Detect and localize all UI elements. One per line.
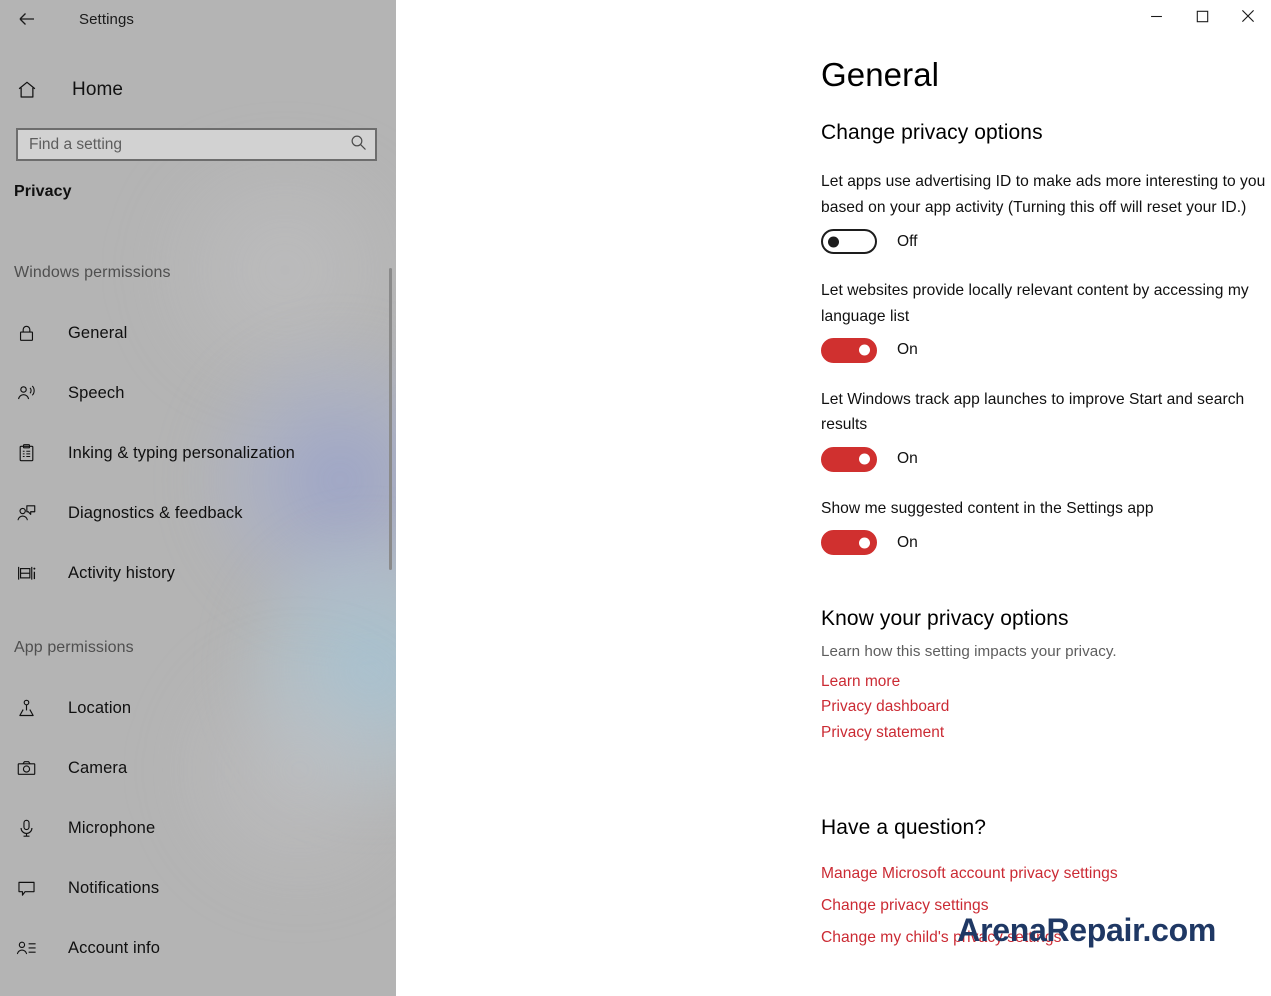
setting-advertising-id: Let apps use advertising ID to make ads …: [821, 169, 1271, 255]
sidebar-item-home-label: Home: [72, 79, 124, 100]
section-heading-know-privacy: Know your privacy options: [821, 607, 1069, 631]
toggle-state-label: Off: [897, 232, 918, 250]
setting-description: Let Windows track app launches to improv…: [821, 390, 1245, 434]
privacy-link-list: Learn more Privacy dashboard Privacy sta…: [821, 669, 1271, 745]
close-icon: [1241, 9, 1255, 23]
nav-group-header-windows-permissions: Windows permissions: [14, 264, 171, 281]
sidebar-item-speech-label: Speech: [68, 383, 125, 402]
sidebar-item-activity-history-label: Activity history: [68, 563, 176, 582]
app-title: Settings: [79, 10, 134, 28]
timeline-icon: [14, 561, 38, 585]
sidebar-item-account-info-label: Account info: [68, 938, 161, 957]
maximize-icon: [1196, 10, 1208, 22]
window-controls: [1133, 0, 1271, 38]
speech-person-icon: [14, 381, 38, 405]
home-icon: [16, 79, 44, 101]
toggle-state-label: On: [897, 341, 918, 359]
sidebar-item-home[interactable]: Home: [0, 70, 396, 110]
main-content-area: General Change privacy options Let apps …: [396, 0, 1271, 996]
sidebar-item-speech[interactable]: Speech: [0, 371, 396, 415]
search-box[interactable]: [16, 128, 377, 161]
toggle-track-app-launches[interactable]: [821, 446, 877, 472]
sidebar-scrollbar[interactable]: [389, 268, 392, 570]
link-privacy-statement[interactable]: Privacy statement: [821, 720, 944, 745]
toggle-state-label: On: [897, 450, 918, 468]
account-info-icon: [14, 936, 38, 960]
sidebar-item-notifications-label: Notifications: [68, 878, 160, 897]
minimize-button[interactable]: [1133, 0, 1179, 32]
section-heading-change-privacy-options: Change privacy options: [821, 121, 1043, 145]
privacy-note: Learn how this setting impacts your priv…: [821, 643, 1117, 661]
sidebar-category-title: Privacy: [14, 183, 72, 200]
setting-suggested-content: Show me suggested content in the Setting…: [821, 496, 1271, 556]
section-heading-have-a-question: Have a question?: [821, 815, 987, 839]
sidebar-item-location-label: Location: [68, 698, 132, 717]
microphone-icon: [14, 816, 38, 840]
setting-language-list: Let websites provide locally relevant co…: [821, 278, 1271, 363]
sidebar-item-inking-label: Inking & typing personalization: [68, 443, 295, 462]
watermark: ArenaRepair.com: [957, 912, 1216, 948]
setting-track-app-launches: Let Windows track app launches to improv…: [821, 387, 1271, 472]
back-arrow-icon: [19, 13, 34, 25]
page-title: General: [821, 56, 940, 93]
link-privacy-dashboard[interactable]: Privacy dashboard: [821, 694, 949, 719]
sidebar-item-inking-typing-personalization[interactable]: Inking & typing personalization: [0, 431, 396, 475]
sidebar-item-account-info[interactable]: Account info: [0, 926, 396, 970]
toggle-row: Off: [821, 229, 1271, 255]
toggle-advertising-id[interactable]: [821, 229, 877, 255]
toggle-row: On: [821, 530, 1271, 556]
lock-icon: [14, 321, 38, 345]
camera-icon: [14, 756, 38, 780]
back-button[interactable]: [11, 3, 43, 35]
sidebar-item-general[interactable]: General: [0, 311, 396, 355]
sidebar-item-camera-label: Camera: [68, 758, 128, 777]
sidebar-item-microphone[interactable]: Microphone: [0, 806, 396, 850]
sidebar-item-location[interactable]: Location: [0, 686, 396, 730]
toggle-row: On: [821, 337, 1271, 363]
feedback-person-icon: [14, 501, 38, 525]
search-icon: [349, 133, 368, 157]
link-manage-microsoft-account-privacy-settings[interactable]: Manage Microsoft account privacy setting…: [821, 858, 1118, 890]
toggle-suggested-content[interactable]: [821, 530, 877, 556]
sidebar-item-activity-history[interactable]: Activity history: [0, 551, 396, 595]
sidebar-item-microphone-label: Microphone: [68, 818, 156, 837]
minimize-icon: [1150, 15, 1162, 17]
link-learn-more[interactable]: Learn more: [821, 669, 900, 694]
setting-description: Let websites provide locally relevant co…: [821, 282, 1249, 325]
clipboard-icon: [14, 441, 38, 465]
sidebar-item-diagnostics-feedback[interactable]: Diagnostics & feedback: [0, 491, 396, 535]
navigation-sidebar: Settings Home Find a setting Privacy Win…: [0, 0, 396, 996]
window-titlebar-left: Settings: [0, 0, 396, 38]
toggle-state-label: On: [897, 533, 918, 551]
sidebar-item-diagnostics-label: Diagnostics & feedback: [68, 503, 243, 522]
settings-window: Settings Home Find a setting Privacy Win…: [0, 0, 1271, 996]
settings-content: General Change privacy options Let apps …: [396, 0, 1271, 954]
sidebar-item-general-label: General: [68, 323, 128, 342]
close-button[interactable]: [1225, 0, 1271, 32]
sidebar-item-notifications[interactable]: Notifications: [0, 866, 396, 910]
section-know-your-privacy-options: Know your privacy options Learn how this…: [821, 607, 1271, 745]
location-pin-icon: [14, 696, 38, 720]
setting-description: Let apps use advertising ID to make ads …: [821, 173, 1266, 216]
nav-group-header-app-permissions: App permissions: [14, 639, 134, 656]
setting-description: Show me suggested content in the Setting…: [821, 499, 1154, 517]
maximize-button[interactable]: [1179, 0, 1225, 32]
toggle-language-list[interactable]: [821, 337, 877, 363]
notification-bubble-icon: [14, 876, 38, 900]
sidebar-item-camera[interactable]: Camera: [0, 746, 396, 790]
toggle-row: On: [821, 446, 1271, 472]
search-input[interactable]: [29, 135, 349, 154]
